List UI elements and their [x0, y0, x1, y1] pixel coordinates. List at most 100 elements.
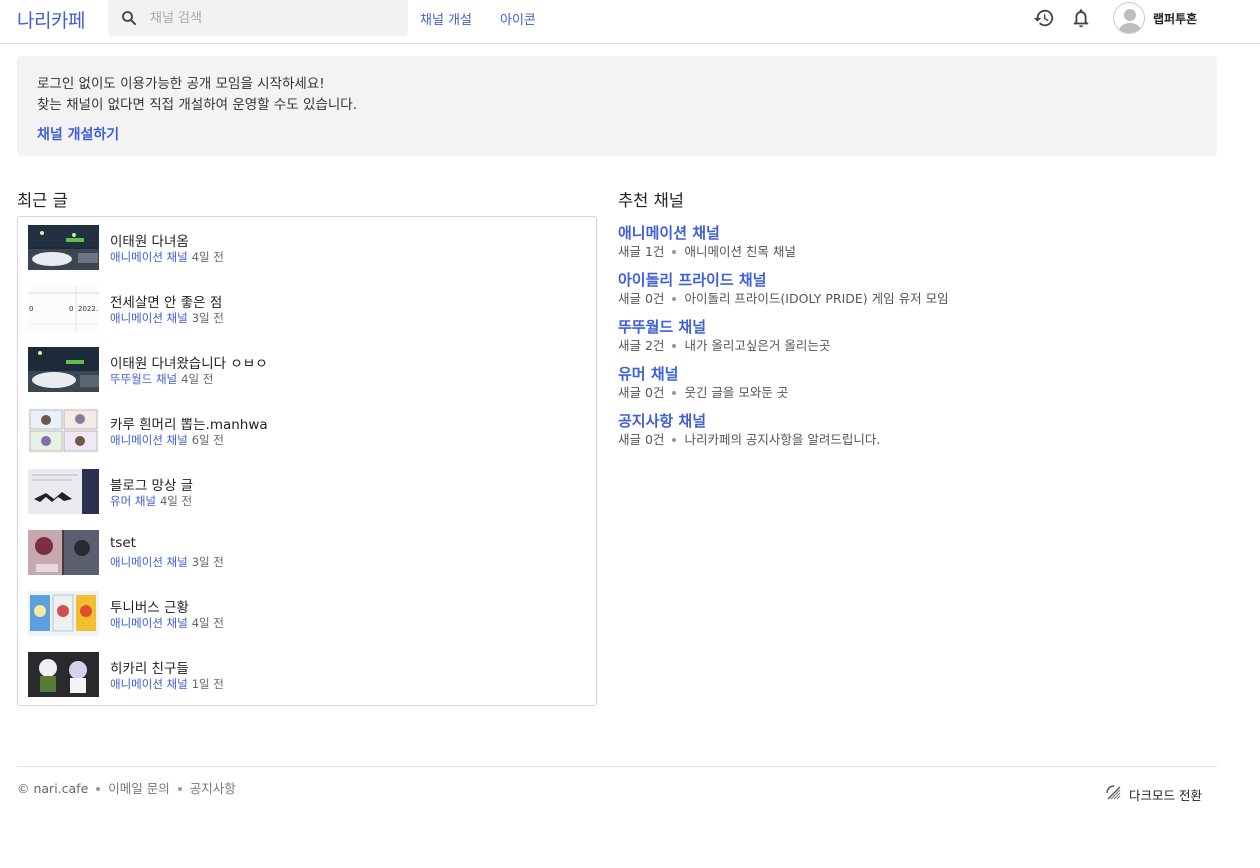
- channel-name[interactable]: 뚜뚜월드 채널: [618, 316, 706, 337]
- post-meta: 유머 채널 4일 전: [110, 493, 192, 509]
- search-box[interactable]: [108, 0, 408, 36]
- post-time: 6일 전: [191, 433, 224, 447]
- post-title[interactable]: 카루 흰머리 뽑는.manhwa: [110, 413, 268, 433]
- post-meta: 애니메이션 채널 3일 전: [110, 554, 224, 570]
- separator-dot: [672, 343, 677, 348]
- dark-mode-icon: [1106, 785, 1121, 800]
- post-title[interactable]: 전세살면 안 좋은 점: [110, 291, 222, 311]
- list-item[interactable]: 이태원 다녀옴 애니메이션 채널 4일 전: [28, 225, 588, 271]
- post-meta: 애니메이션 채널 6일 전: [110, 432, 224, 448]
- recent-post-list: 이태원 다녀옴 애니메이션 채널 4일 전 0 0 2022. 전세살면 안 좋은…: [17, 216, 597, 706]
- post-title[interactable]: 이태원 다녀왔습니다 ㅇㅂㅇ: [110, 352, 268, 372]
- svg-text:0: 0: [29, 305, 33, 313]
- post-time: 1일 전: [191, 677, 224, 691]
- post-thumbnail: [28, 530, 99, 575]
- post-channel[interactable]: 애니메이션 채널: [110, 250, 188, 264]
- post-channel[interactable]: 애니메이션 채널: [110, 433, 188, 447]
- search-input[interactable]: [150, 0, 400, 36]
- post-meta: 애니메이션 채널 3일 전: [110, 310, 224, 326]
- channel-description: 나리카페의 공지사항을 알려드립니다.: [684, 432, 881, 447]
- list-item[interactable]: 블로그 망상 글 유머 채널 4일 전: [28, 469, 588, 515]
- post-time: 4일 전: [191, 250, 224, 264]
- svg-text:2022.: 2022.: [78, 305, 98, 313]
- post-thumbnail: [28, 469, 99, 514]
- separator-dot: [177, 786, 182, 791]
- history-icon[interactable]: [1033, 7, 1055, 29]
- channel-new-count: 새글 0건: [618, 291, 665, 306]
- post-thumbnail: [28, 652, 99, 697]
- notice-line-1: 로그인 없이도 이용가능한 공개 모임을 시작하세요!: [37, 76, 325, 92]
- post-title[interactable]: 히카리 친구들: [110, 657, 189, 677]
- post-time: 3일 전: [191, 555, 224, 569]
- post-meta: 애니메이션 채널 4일 전: [110, 615, 224, 631]
- post-title[interactable]: 블로그 망상 글: [110, 474, 193, 494]
- list-item[interactable]: 투니버스 근황 애니메이션 채널 4일 전: [28, 591, 588, 637]
- channel-item[interactable]: 애니메이션 채널 새글 1건 애니메이션 친목 채널: [618, 222, 1218, 262]
- post-title[interactable]: tset: [110, 535, 136, 551]
- notice-link[interactable]: 공지사항: [190, 781, 236, 796]
- recent-posts-title: 최근 글: [17, 191, 68, 210]
- channel-meta: 새글 2건 내가 올리고싶은거 올리는곳: [618, 335, 830, 354]
- post-thumbnail: [28, 591, 99, 636]
- avatar-icon: [1118, 9, 1142, 33]
- list-item[interactable]: tset 애니메이션 채널 3일 전: [28, 530, 588, 576]
- post-channel[interactable]: 애니메이션 채널: [110, 677, 188, 691]
- post-channel[interactable]: 뚜뚜월드 채널: [110, 372, 177, 386]
- post-time: 3일 전: [191, 311, 224, 325]
- create-channel-link[interactable]: 채널 개설하기: [37, 124, 119, 144]
- post-thumbnail: [28, 347, 99, 392]
- channel-meta: 새글 0건 나리카페의 공지사항을 알려드립니다.: [618, 429, 880, 448]
- channel-name[interactable]: 공지사항 채널: [618, 410, 706, 431]
- channel-name[interactable]: 유머 채널: [618, 363, 678, 384]
- channel-new-count: 새글 1건: [618, 244, 665, 259]
- recommended-channels-title: 추천 채널: [618, 191, 684, 210]
- footer-divider: [17, 766, 1217, 767]
- list-item[interactable]: 카루 흰머리 뽑는.manhwa 애니메이션 채널 6일 전: [28, 408, 588, 454]
- channel-item[interactable]: 뚜뚜월드 채널 새글 2건 내가 올리고싶은거 올리는곳: [618, 316, 1218, 356]
- separator-dot: [96, 786, 101, 791]
- channel-meta: 새글 1건 애니메이션 친목 채널: [618, 241, 796, 260]
- channel-description: 아이돌리 프라이드(IDOLY PRIDE) 게임 유저 모임: [684, 291, 949, 306]
- channel-item[interactable]: 공지사항 채널 새글 0건 나리카페의 공지사항을 알려드립니다.: [618, 410, 1218, 450]
- bell-icon[interactable]: [1070, 7, 1092, 29]
- channel-name[interactable]: 애니메이션 채널: [618, 222, 720, 243]
- nav-icons[interactable]: 아이콘: [500, 9, 536, 28]
- footer: © nari.cafe 이메일 문의 공지사항: [17, 778, 236, 797]
- username[interactable]: 랩퍼투혼: [1153, 10, 1197, 27]
- post-channel[interactable]: 애니메이션 채널: [110, 311, 188, 325]
- channel-name[interactable]: 아이돌리 프라이드 채널: [618, 269, 766, 290]
- post-meta: 애니메이션 채널 1일 전: [110, 676, 224, 692]
- channel-new-count: 새글 0건: [618, 432, 665, 447]
- post-time: 4일 전: [159, 494, 193, 508]
- email-contact-link[interactable]: 이메일 문의: [108, 781, 169, 796]
- post-thumbnail: 0 0 2022.: [28, 286, 99, 331]
- nav-create-channel[interactable]: 채널 개설: [420, 9, 472, 28]
- post-time: 4일 전: [181, 372, 214, 386]
- list-item[interactable]: 0 0 2022. 전세살면 안 좋은 점 애니메이션 채널 3일 전: [28, 286, 588, 332]
- channel-description: 내가 올리고싶은거 올리는곳: [684, 338, 831, 353]
- channel-description: 웃긴 글을 모와둔 곳: [684, 385, 789, 400]
- dark-mode-label[interactable]: 다크모드 전환: [1129, 785, 1202, 804]
- user-avatar[interactable]: [1113, 2, 1145, 34]
- channel-new-count: 새글 0건: [618, 385, 665, 400]
- post-channel[interactable]: 애니메이션 채널: [110, 616, 188, 630]
- channel-item[interactable]: 유머 채널 새글 0건 웃긴 글을 모와둔 곳: [618, 363, 1218, 403]
- list-item[interactable]: 이태원 다녀왔습니다 ㅇㅂㅇ 뚜뚜월드 채널 4일 전: [28, 347, 588, 393]
- post-title[interactable]: 이태원 다녀옴: [110, 230, 189, 250]
- channel-new-count: 새글 2건: [618, 338, 665, 353]
- post-thumbnail: [28, 225, 99, 270]
- post-channel[interactable]: 유머 채널: [110, 494, 156, 508]
- site-logo[interactable]: 나리카페: [17, 6, 85, 33]
- list-item[interactable]: 히카리 친구들 애니메이션 채널 1일 전: [28, 652, 588, 698]
- svg-text:0: 0: [69, 305, 73, 313]
- channel-meta: 새글 0건 아이돌리 프라이드(IDOLY PRIDE) 게임 유저 모임: [618, 288, 949, 307]
- post-title[interactable]: 투니버스 근황: [110, 596, 189, 616]
- separator-dot: [672, 437, 677, 442]
- notice-line-2: 찾는 채널이 없다면 직접 개설하여 운영할 수도 있습니다.: [37, 97, 357, 113]
- channel-item[interactable]: 아이돌리 프라이드 채널 새글 0건 아이돌리 프라이드(IDOLY PRIDE)…: [618, 269, 1218, 309]
- separator-dot: [672, 390, 677, 395]
- copyright: © nari.cafe: [17, 781, 89, 796]
- channel-description: 애니메이션 친목 채널: [684, 244, 796, 259]
- post-time: 4일 전: [191, 616, 224, 630]
- post-channel[interactable]: 애니메이션 채널: [110, 555, 188, 569]
